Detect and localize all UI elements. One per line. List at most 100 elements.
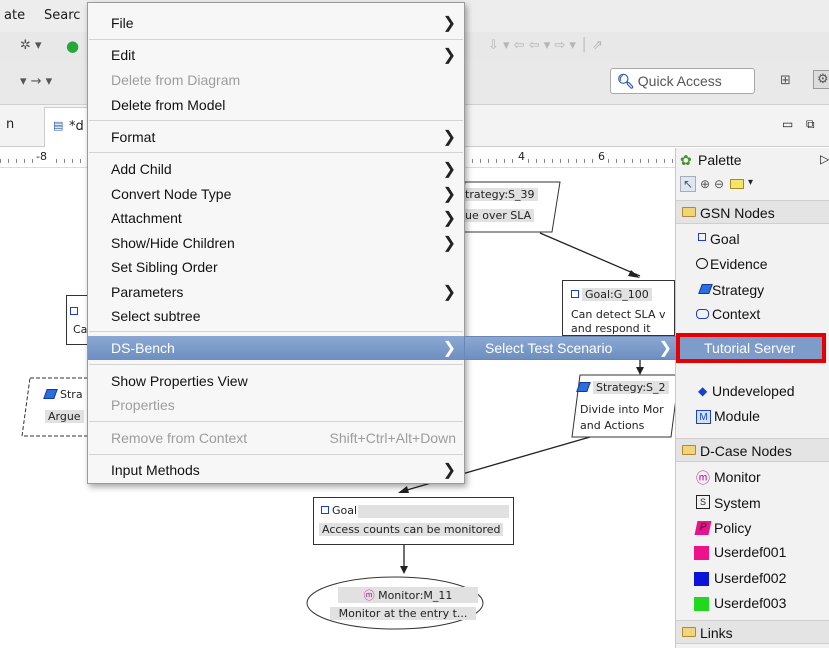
node-text-label: Access counts can be monitored: [319, 523, 504, 536]
dcase-nodes-header[interactable]: D-Case Nodes: [676, 438, 829, 462]
folder-icon: [682, 445, 696, 455]
menu-item-label: Add Child: [111, 161, 172, 177]
menu-separator: [89, 39, 463, 40]
menu-item-attachment[interactable]: Attachment ❯: [88, 206, 464, 230]
strategy-node-s39[interactable]: trategy:S_39: [462, 188, 538, 201]
menu-item-edit[interactable]: Edit ❯: [88, 43, 464, 67]
palette-item-system[interactable]: S System: [676, 491, 829, 515]
goal-node-g100[interactable]: Goal:G_100 Can detect SLA v and respond …: [562, 280, 675, 336]
menu-item-select-subtree[interactable]: Select subtree: [88, 304, 464, 328]
node-id: Goal:G_100: [582, 288, 652, 301]
palette-item-strategy[interactable]: Strategy: [676, 278, 829, 302]
node-text: Can detect SLA v: [571, 308, 666, 321]
menu-item-set-sibling-order[interactable]: Set Sibling Order: [88, 255, 464, 279]
context-icon: [696, 309, 709, 319]
menu-item-fragment[interactable]: ate: [4, 8, 25, 23]
menu-item-add-child[interactable]: Add Child ❯: [88, 157, 464, 181]
palette-item-userdef001[interactable]: Userdef001: [676, 540, 829, 564]
palette-item-module[interactable]: M Module: [676, 404, 829, 428]
palette-item-context[interactable]: Context: [676, 302, 829, 326]
palette-item-evidence[interactable]: Evidence: [676, 252, 829, 276]
node-id-bg: [358, 505, 509, 518]
system-icon: S: [696, 495, 710, 509]
goal-icon: [70, 307, 78, 315]
tab-left[interactable]: n: [6, 117, 14, 132]
maximize-icon[interactable]: ⧉: [806, 117, 815, 132]
context-menu: File ❯ Edit ❯ Delete from Diagram Delete f…: [87, 2, 465, 484]
menu-item-parameters[interactable]: Parameters ❯: [88, 280, 464, 304]
menu-item-label: Show/Hide Children: [111, 235, 235, 251]
menu-item-properties[interactable]: Properties: [88, 393, 464, 417]
minimize-icon[interactable]: ▭: [782, 117, 793, 131]
nav-forward-icon[interactable]: ▾ → ▾: [20, 74, 52, 89]
chevron-right-icon: ❯: [442, 284, 456, 301]
quick-access-field[interactable]: 🔍︎ Quick Access: [610, 68, 755, 94]
menu-item-delete-from-diagram[interactable]: Delete from Diagram: [88, 68, 464, 92]
dropdown-icon[interactable]: ▾: [748, 177, 753, 188]
node-id: Stra: [60, 388, 83, 401]
palette-item-goal[interactable]: Goal: [676, 227, 829, 251]
menu-item-search[interactable]: Searc: [44, 8, 80, 23]
palette-item-label: Userdef001: [714, 544, 787, 560]
menu-item-label: Edit: [111, 47, 136, 63]
menu-item-remove-from-context[interactable]: Remove from Context Shift+Ctrl+Alt+Down: [88, 426, 464, 450]
node-id-row: Goal:G_100: [571, 288, 652, 301]
zoom-out-icon[interactable]: ⊖: [714, 177, 724, 191]
strategy-node-s2[interactable]: Strategy:S_2: [576, 381, 669, 394]
menu-item-shortcut: Shift+Ctrl+Alt+Down: [329, 430, 456, 446]
links-label: Links: [700, 625, 733, 641]
submenu-tutorial-server[interactable]: Tutorial Server: [676, 333, 826, 363]
palette-item-userdef003[interactable]: Userdef003: [676, 591, 829, 615]
open-perspective-icon[interactable]: ⊞: [780, 73, 791, 88]
ruler-label: 6: [596, 150, 607, 163]
menu-item-convert-node-type[interactable]: Convert Node Type ❯: [88, 182, 464, 206]
select-tool-icon[interactable]: ↖: [680, 176, 697, 192]
palette-item-label: Evidence: [710, 256, 768, 272]
chevron-right-icon: ❯: [658, 340, 672, 357]
palette-item-label: Userdef003: [714, 595, 787, 611]
menu-separator: [89, 454, 463, 455]
zoom-in-icon[interactable]: ⊕: [700, 177, 710, 191]
gsn-nodes-header[interactable]: GSN Nodes: [676, 200, 829, 224]
palette-title-row: ✿ Palette ▷: [676, 148, 829, 172]
goal-node-g68[interactable]: Goal:G_68 Access counts can be monitored: [313, 497, 514, 545]
palette-item-userdef002[interactable]: Userdef002: [676, 566, 829, 590]
node-id: Monitor:M_11: [378, 589, 453, 602]
menu-item-show-properties-view[interactable]: Show Properties View: [88, 369, 464, 393]
palette-item-policy[interactable]: P Policy: [676, 516, 829, 540]
debug-icon[interactable]: ✲ ▾: [20, 38, 42, 53]
nav-icons[interactable]: ⇩ ▾ ⇦ ⇦ ▾ ⇨ ▾ │ ⇗: [488, 38, 603, 53]
userdef-color-icon: [694, 572, 709, 586]
perspective-icon[interactable]: ⚙: [813, 70, 829, 89]
menu-item-label: Delete from Diagram: [111, 72, 241, 88]
palette-collapse-icon[interactable]: ▷: [820, 152, 829, 166]
links-header[interactable]: Links: [676, 620, 829, 644]
menu-item-show-hide-children[interactable]: Show/Hide Children ❯: [88, 231, 464, 255]
menu-item-input-methods[interactable]: Input Methods ❯: [88, 458, 464, 482]
node-text: Access counts can be monitored: [319, 523, 504, 536]
menu-separator: [89, 331, 463, 332]
palette-item-undeveloped[interactable]: ◆ Undeveloped: [676, 379, 829, 403]
strategy-node-left[interactable]: Stra: [43, 388, 83, 401]
menu-item-delete-from-model[interactable]: Delete from Model: [88, 93, 464, 117]
palette-item-monitor[interactable]: ⓜ Monitor: [676, 465, 829, 489]
menu-item-ds-bench[interactable]: DS-Bench ❯: [88, 336, 464, 360]
node-text: Argue: [45, 410, 84, 423]
menu-item-file[interactable]: File ❯: [88, 11, 464, 35]
note-icon[interactable]: [730, 179, 744, 189]
run-icon[interactable]: ●: [66, 37, 79, 55]
palette-item-label: Module: [714, 408, 760, 424]
palette-item-label: Userdef002: [714, 570, 787, 586]
menu-item-label: Remove from Context: [111, 430, 248, 446]
monitor-node-m11[interactable]: ⓜ Monitor:M_11: [338, 587, 478, 603]
dcase-nodes-label: D-Case Nodes: [700, 443, 792, 459]
palette-panel: ✿ Palette ▷ ↖ ⊕ ⊖ ▾ GSN Nodes Goal Evide…: [675, 148, 829, 648]
submenu-select-test-scenario[interactable]: Select Test Scenario ❯: [464, 336, 679, 360]
monitor-icon: ⓜ: [696, 470, 710, 486]
quick-access-placeholder: Quick Access: [637, 73, 722, 89]
menu-item-format[interactable]: Format ❯: [88, 125, 464, 149]
strategy-icon: [698, 284, 713, 294]
node-text: Divide into Mor: [580, 403, 664, 416]
menu-item-label: Select subtree: [111, 308, 201, 324]
palette-item-label: System: [714, 495, 761, 511]
